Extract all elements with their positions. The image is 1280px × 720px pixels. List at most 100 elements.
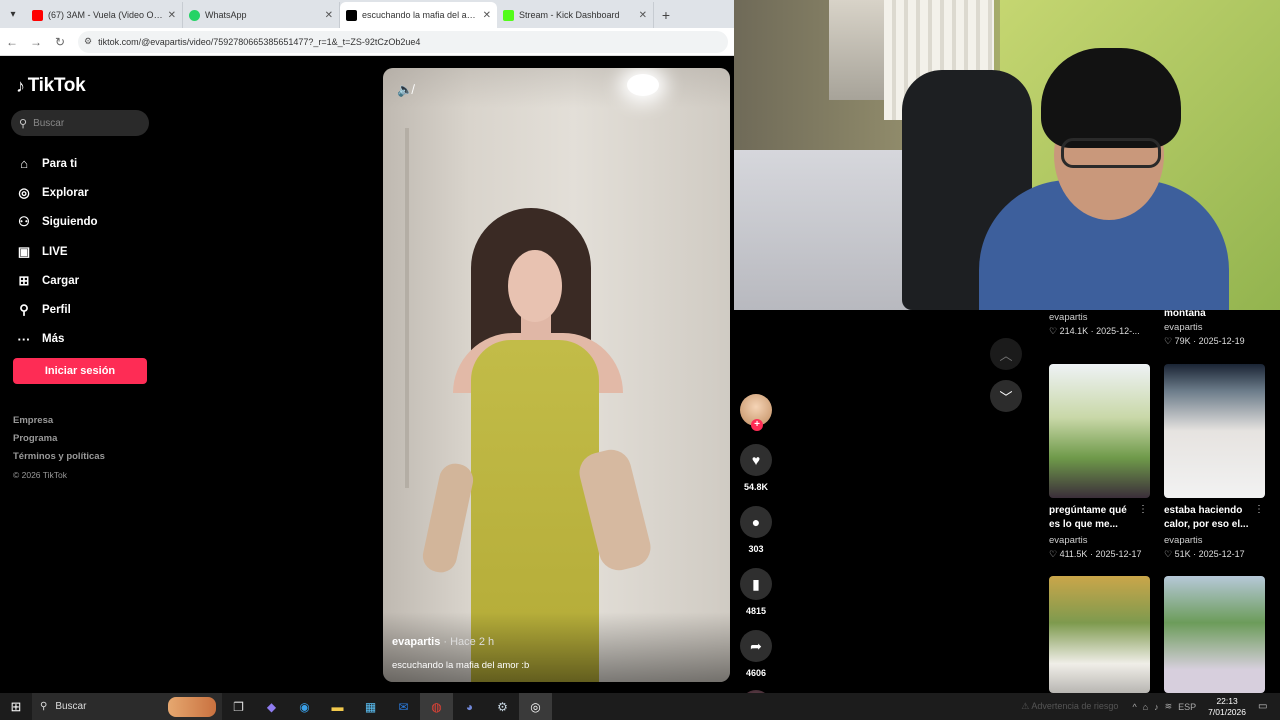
sidebar-item-para-ti[interactable]: ⌂ Para ti — [14, 149, 98, 178]
back-icon[interactable]: ← — [0, 35, 24, 49]
url-field[interactable]: ⚙ tiktok.com/@evapartis/video/7592780665… — [78, 30, 728, 53]
volume-icon[interactable]: ♪ — [1154, 702, 1159, 712]
next-video-button[interactable]: ﹀ — [990, 380, 1022, 412]
related-card[interactable]: estaba haciendo calor, por eso el... eva… — [1164, 364, 1265, 560]
video-author-line: evapartis · Hace 2 h — [392, 636, 494, 648]
sidebar-item-siguiendo[interactable]: ⚇ Siguiendo — [14, 208, 98, 237]
video-player[interactable]: 🔈̸ evapartis · Hace 2 h escuchando la ma… — [383, 68, 730, 682]
copilot-icon[interactable]: ◆ — [255, 693, 288, 720]
related-user: evapartis — [1164, 322, 1203, 333]
related-thumbnail[interactable] — [1164, 364, 1265, 498]
whatsapp-icon — [189, 9, 200, 21]
chrome-icon[interactable]: ◍ — [420, 693, 453, 720]
footer-link-programa[interactable]: Programa — [13, 430, 105, 448]
tab-search-menu-icon[interactable]: ▾ — [0, 0, 26, 28]
tab-kick[interactable]: Stream - Kick Dashboard ✕ — [497, 2, 654, 28]
new-tab-button[interactable]: + — [654, 2, 678, 28]
tiktok-note-icon: ♪ — [16, 75, 25, 96]
discord-icon[interactable]: ◕ — [453, 693, 486, 720]
author-avatar[interactable]: + — [740, 394, 772, 431]
taskbar-search[interactable]: ⚲ Buscar — [32, 693, 222, 720]
related-thumbnail[interactable] — [1164, 576, 1265, 693]
obs-icon[interactable]: ◎ — [519, 693, 552, 720]
sidebar-item-mas[interactable]: ··· Más — [14, 325, 98, 354]
site-info-icon[interactable]: ⚙ — [84, 36, 92, 47]
related-likes: 411.5K — [1059, 549, 1088, 559]
system-tray: ⚠ Advertencia de riesgo ^ ⌂ ♪ ≋ ESP 22:1… — [1021, 696, 1280, 718]
login-button[interactable]: Iniciar sesión — [13, 358, 147, 384]
related-title: pregúntame qué es lo que me... — [1049, 505, 1127, 530]
risk-warning[interactable]: ⚠ Advertencia de riesgo — [1021, 701, 1118, 712]
sidebar-item-explorar[interactable]: ◎ Explorar — [14, 178, 98, 207]
bookmark-icon[interactable]: ▮ — [740, 568, 772, 600]
chevron-up-icon[interactable]: ^ — [1132, 702, 1136, 712]
tab-youtube[interactable]: (67) 3AM - Vuela (Video Oficial ✕ — [26, 2, 183, 28]
tiktok-logo[interactable]: ♪ TikTok — [16, 75, 86, 97]
kick-icon — [503, 9, 514, 21]
related-thumbnail[interactable] — [1049, 364, 1150, 498]
ceiling-light — [627, 74, 659, 96]
close-icon[interactable]: ✕ — [325, 10, 333, 21]
profile-icon: ⚲ — [19, 302, 29, 318]
notification-icon[interactable]: ▭ — [1258, 701, 1276, 712]
comment-icon[interactable]: ● — [740, 506, 772, 538]
more-options-icon[interactable]: ⋮ — [1254, 504, 1278, 515]
related-card[interactable]: pregúntame qué es lo que me... evapartis… — [1049, 364, 1150, 560]
store-icon[interactable]: ▦ — [354, 693, 387, 720]
search-input[interactable]: ⚲ Buscar — [11, 110, 149, 136]
sidebar-item-label: LIVE — [42, 245, 68, 258]
tab-title: Stream - Kick Dashboard — [519, 10, 620, 20]
steam-icon[interactable]: ⚙ — [486, 693, 519, 720]
share-icon[interactable]: ➦ — [740, 630, 772, 662]
tab-tiktok[interactable]: escuchando la mafia del amor ✕ — [340, 2, 497, 28]
footer-link-terminos[interactable]: Términos y políticas — [13, 448, 105, 466]
sidebar-item-label: Siguiendo — [42, 216, 98, 229]
related-card[interactable] — [1164, 576, 1265, 693]
related-card[interactable]: montaña evapartis ♡ 79K · 2025-12-19 — [1164, 308, 1245, 347]
comment-action: ● 303 — [738, 506, 774, 554]
windows-start-icon[interactable]: ⊞ — [0, 693, 32, 720]
wifi-icon[interactable]: ≋ — [1165, 701, 1173, 712]
mute-icon[interactable]: 🔈̸ — [397, 82, 413, 98]
file-explorer-icon[interactable]: ▬ — [321, 693, 354, 720]
tab-title: (67) 3AM - Vuela (Video Oficial — [48, 10, 164, 20]
save-action: ▮ 4815 — [738, 568, 774, 616]
task-view-icon[interactable]: ❐ — [222, 693, 255, 720]
clock[interactable]: 22:13 7/01/2026 — [1208, 696, 1246, 718]
related-card[interactable] — [1049, 576, 1150, 693]
close-icon[interactable]: ✕ — [639, 10, 647, 21]
live-icon: ▣ — [17, 243, 31, 259]
sidebar-item-perfil[interactable]: ⚲ Perfil — [14, 295, 98, 324]
close-icon[interactable]: ✕ — [168, 10, 176, 21]
forward-icon[interactable]: → — [24, 35, 48, 49]
more-icon: ··· — [17, 331, 31, 347]
reload-icon[interactable]: ↻ — [48, 35, 72, 49]
taskbar-search-placeholder: Buscar — [55, 701, 87, 712]
tiktok-sidebar: ♪ TikTok ⚲ Buscar ⌂ Para ti ◎ Explorar ⚇ Si… — [0, 57, 165, 693]
related-thumbnail[interactable] — [1049, 576, 1150, 693]
subject-face — [508, 250, 562, 322]
tab-whatsapp[interactable]: WhatsApp ✕ — [183, 2, 340, 28]
related-stats: ♡ 411.5K · 2025-12-17 — [1049, 549, 1142, 559]
sidebar-item-cargar[interactable]: ⊞ Cargar — [14, 266, 98, 295]
close-icon[interactable]: ✕ — [483, 10, 491, 21]
heart-icon[interactable]: ♥ — [740, 444, 772, 476]
language-indicator[interactable]: ESP — [1178, 702, 1196, 712]
outlook-icon[interactable]: ✉ — [387, 693, 420, 720]
follow-plus-icon[interactable]: + — [751, 419, 763, 431]
search-icon: ⚲ — [19, 117, 28, 130]
browser-tab-strip: ▾ (67) 3AM - Vuela (Video Oficial ✕ What… — [0, 0, 734, 28]
webcam-glasses — [1061, 138, 1161, 168]
edge-icon[interactable]: ◉ — [288, 693, 321, 720]
sidebar-footer: Empresa Programa Términos y políticas © … — [13, 412, 105, 484]
footer-link-empresa[interactable]: Empresa — [13, 412, 105, 430]
share-action: ➦ 4606 — [738, 630, 774, 678]
related-videos: evapartis ♡ 214.1K · 2025-12-... montaña… — [1034, 308, 1280, 693]
network-icon[interactable]: ⌂ — [1143, 702, 1148, 712]
video-author[interactable]: evapartis — [392, 636, 440, 648]
sidebar-item-label: Perfil — [42, 304, 71, 317]
related-card[interactable]: evapartis ♡ 214.1K · 2025-12-... — [1049, 309, 1140, 337]
sidebar-item-live[interactable]: ▣ LIVE — [14, 237, 98, 266]
previous-video-button[interactable]: ︿ — [990, 338, 1022, 370]
windows-taskbar: ⊞ ⚲ Buscar ❐ ◆ ◉ ▬ ▦ ✉ ◍ ◕ ⚙ ◎ ⚠ Adverte… — [0, 693, 1280, 720]
